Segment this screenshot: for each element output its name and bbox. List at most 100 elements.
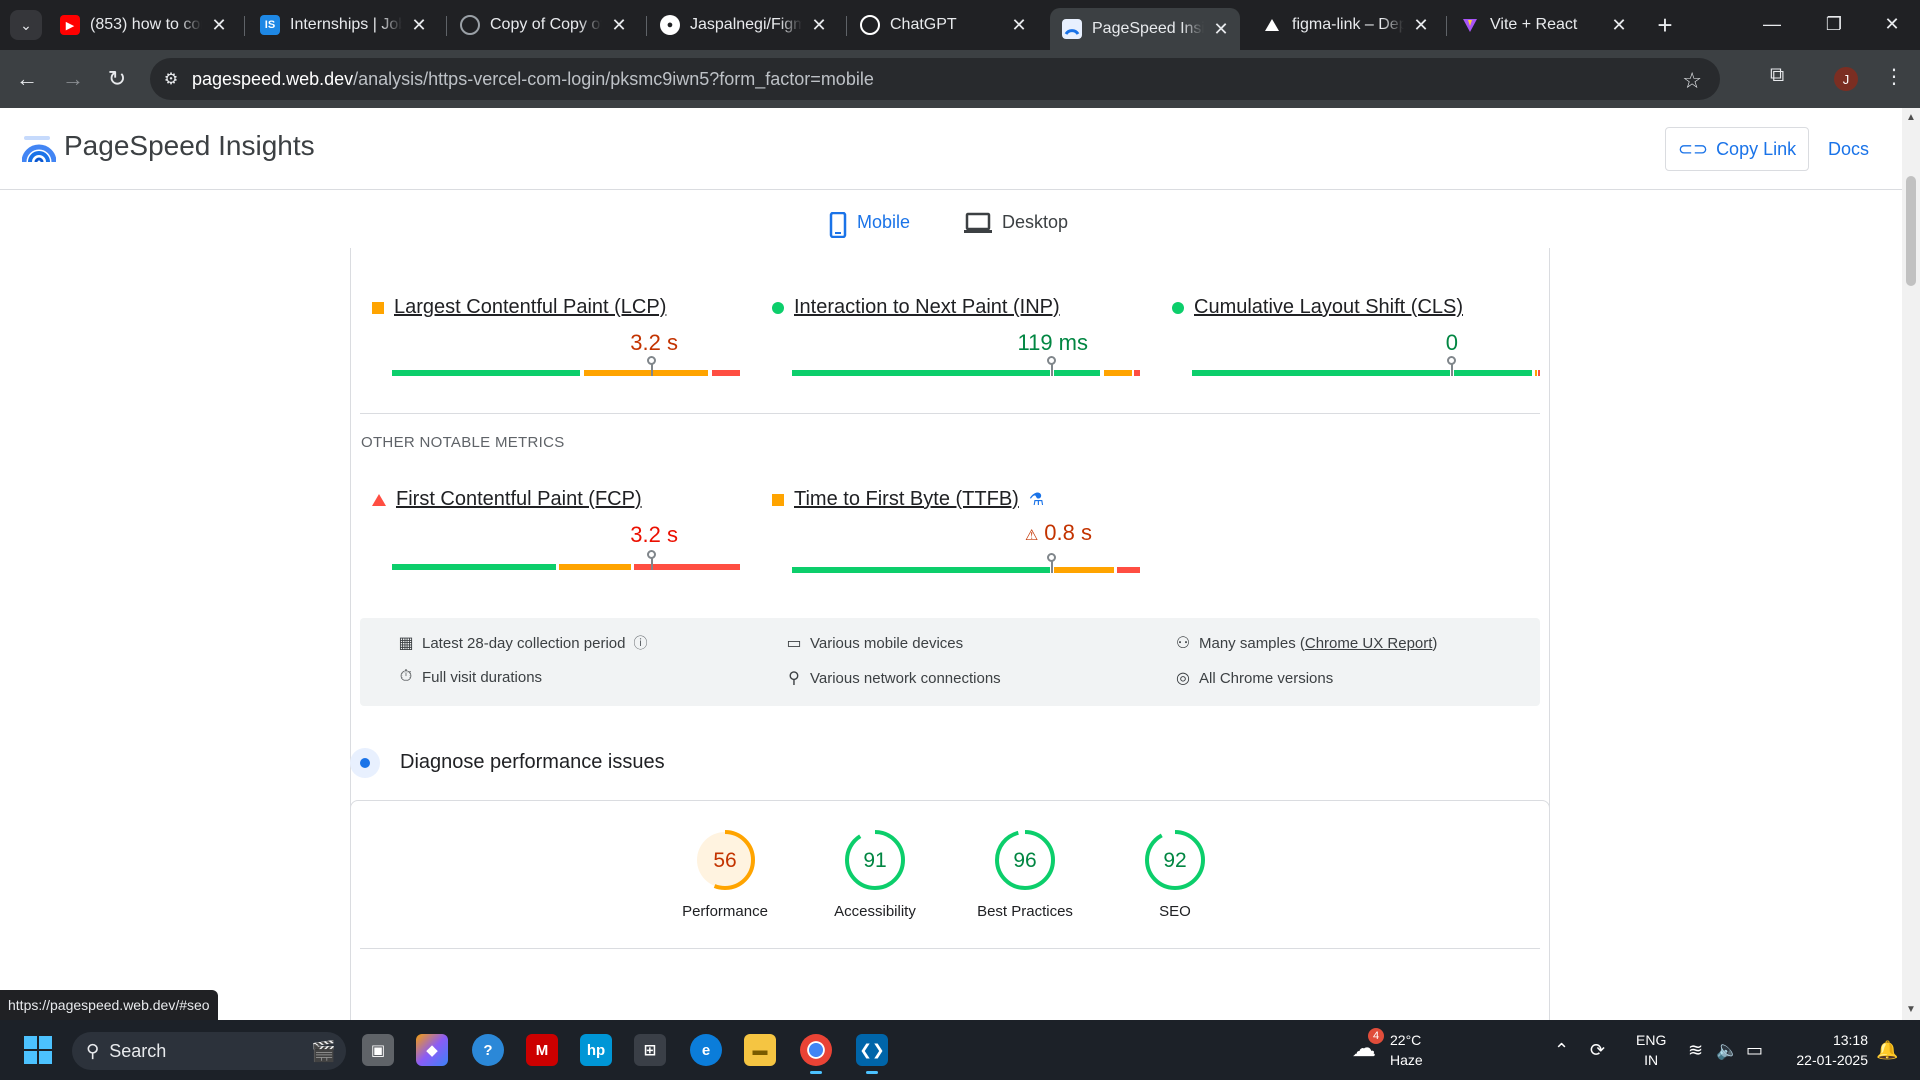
metric-name[interactable]: Cumulative Layout Shift (CLS) bbox=[1194, 296, 1463, 319]
volume-icon[interactable]: 🔈 bbox=[1716, 1040, 1738, 1061]
metric-inp-bar bbox=[792, 356, 1140, 376]
battery-icon[interactable]: ▭ bbox=[1746, 1040, 1763, 1061]
metric-name[interactable]: Interaction to Next Paint (INP) bbox=[794, 296, 1060, 319]
sync-icon[interactable]: ⟳ bbox=[1590, 1040, 1605, 1061]
myhp-icon[interactable]: hp bbox=[580, 1034, 612, 1066]
forward-icon[interactable]: → bbox=[58, 64, 88, 94]
users-icon: ⚇ bbox=[1175, 635, 1191, 652]
copy-link-button[interactable]: ⊂⊃ Copy Link bbox=[1665, 127, 1809, 171]
clock[interactable]: 13:18 22-01-2025 bbox=[1788, 1020, 1868, 1080]
windows-start-icon[interactable] bbox=[24, 1036, 52, 1064]
tab-pagespeed[interactable]: PageSpeed Insights ✕ bbox=[1050, 8, 1240, 50]
metric-name[interactable]: Largest Contentful Paint (LCP) bbox=[394, 296, 666, 319]
psi-header: PageSpeed Insights ⊂⊃ Copy Link Docs bbox=[0, 108, 1902, 190]
link-icon: ⊂⊃ bbox=[1677, 138, 1709, 159]
info-chrome-versions: ◎ All Chrome versions bbox=[1176, 669, 1334, 688]
tab-search-button[interactable]: ⌄ bbox=[10, 10, 42, 40]
notification-bell-icon[interactable]: 🔔 bbox=[1876, 1040, 1898, 1061]
metric-name[interactable]: First Contentful Paint (FCP) bbox=[396, 488, 642, 511]
wifi-tray-icon[interactable]: ≋ bbox=[1688, 1040, 1703, 1061]
close-icon[interactable]: ✕ bbox=[1212, 19, 1230, 40]
chrome-taskbar-icon[interactable] bbox=[800, 1034, 832, 1074]
scroll-up-arrow-icon[interactable]: ▲ bbox=[1906, 112, 1916, 123]
score-gauge-performance[interactable]: 56 Performance bbox=[660, 829, 790, 920]
pagespeed-icon bbox=[1062, 19, 1082, 39]
new-tab-button[interactable]: + bbox=[1650, 10, 1680, 40]
close-icon[interactable]: ✕ bbox=[1010, 15, 1028, 36]
info-network: ⚲ Various network connections bbox=[786, 668, 1001, 688]
windows-taskbar: ⚲ Search 🎬 ▣ ◆ ? M hp ⊞ e ▬ ❮❯ ☁ 4 22°C … bbox=[0, 1020, 1920, 1080]
experimental-flask-icon[interactable]: ⚗ bbox=[1029, 490, 1044, 510]
gauge-ring: 91 bbox=[845, 830, 905, 890]
site-info-icon[interactable]: ⚙ bbox=[150, 69, 192, 89]
gauge-ring: 56 bbox=[695, 830, 755, 890]
close-window-icon[interactable]: ✕ bbox=[1872, 8, 1912, 40]
page-scrollbar[interactable]: ▲ ▼ bbox=[1902, 108, 1920, 1020]
scrollbar-thumb[interactable] bbox=[1906, 176, 1916, 286]
close-icon[interactable]: ✕ bbox=[210, 15, 228, 36]
bookmark-star-icon[interactable]: ☆ bbox=[1682, 68, 1702, 94]
metric-value: 3.2 s bbox=[630, 522, 678, 547]
info-visit-durations: ⏱ Full visit durations bbox=[399, 668, 543, 686]
edge-icon[interactable]: e bbox=[690, 1034, 722, 1066]
close-icon[interactable]: ✕ bbox=[1412, 15, 1430, 36]
tab-internshala[interactable]: IS Internships | Jobs ✕ bbox=[248, 8, 438, 42]
show-hidden-icons-chevron-icon[interactable]: ⌃ bbox=[1554, 1040, 1569, 1061]
close-icon[interactable]: ✕ bbox=[610, 15, 628, 36]
close-icon[interactable]: ✕ bbox=[410, 15, 428, 36]
metric-value: 0 bbox=[1445, 330, 1458, 355]
help-app-icon[interactable]: ? bbox=[472, 1034, 504, 1066]
tab-title: Jaspalnegi/Figma bbox=[690, 16, 802, 33]
task-view-icon[interactable]: ▣ bbox=[362, 1034, 394, 1066]
score-gauge-accessibility[interactable]: 91 Accessibility bbox=[810, 829, 940, 920]
tab-copy-of-copy[interactable]: Copy of Copy of ✕ bbox=[448, 8, 638, 42]
back-icon[interactable]: ← bbox=[12, 64, 42, 94]
file-explorer-icon[interactable]: ▬ bbox=[744, 1034, 776, 1066]
score-gauge-best-practices[interactable]: 96 Best Practices bbox=[960, 829, 1090, 920]
copy-link-label: Copy Link bbox=[1716, 138, 1797, 159]
chrome-ux-report-link[interactable]: Chrome UX Report bbox=[1305, 635, 1433, 652]
language-indicator[interactable]: ENG IN bbox=[1636, 1020, 1666, 1080]
reload-icon[interactable]: ↻ bbox=[102, 64, 132, 94]
taskbar-search[interactable]: ⚲ Search 🎬 bbox=[72, 1032, 346, 1070]
youtube-icon: ▶ bbox=[60, 15, 80, 35]
divider bbox=[360, 948, 1540, 949]
address-bar[interactable]: ⚙ pagespeed.web.dev/analysis/https-verce… bbox=[150, 58, 1720, 100]
metric-lcp: Largest Contentful Paint (LCP) bbox=[372, 296, 720, 319]
tab-vite[interactable]: Vite + React ✕ bbox=[1448, 8, 1638, 42]
search-icon: ⚲ bbox=[86, 1040, 100, 1061]
more-menu-icon[interactable]: ⋮ bbox=[1884, 64, 1904, 89]
good-circle-icon bbox=[1172, 301, 1184, 314]
score-gauge-seo[interactable]: 92 SEO bbox=[1110, 829, 1240, 920]
extensions-icon[interactable]: ⧉ bbox=[1770, 64, 1784, 87]
tab-youtube[interactable]: ▶ (853) how to convert figma design ✕ bbox=[48, 8, 238, 42]
profile-avatar[interactable]: J bbox=[1834, 67, 1858, 91]
close-icon[interactable]: ✕ bbox=[810, 15, 828, 36]
divider bbox=[360, 413, 1540, 414]
mcafee-icon[interactable]: M bbox=[526, 1034, 558, 1066]
gauge-label: Accessibility bbox=[834, 903, 916, 920]
url-text[interactable]: pagespeed.web.dev/analysis/https-vercel-… bbox=[192, 69, 874, 90]
scroll-down-arrow-icon[interactable]: ▼ bbox=[1906, 1004, 1916, 1015]
weather-widget[interactable]: 22°C Haze bbox=[1390, 1020, 1423, 1080]
tab-title: (853) how to convert figma design bbox=[90, 16, 202, 33]
metric-name[interactable]: Time to First Byte (TTFB) bbox=[794, 488, 1019, 511]
microsoft-store-icon[interactable]: ⊞ bbox=[634, 1034, 666, 1066]
help-icon[interactable]: ⓘ bbox=[633, 633, 647, 653]
metric-value: 3.2 s bbox=[630, 330, 678, 355]
tab-github[interactable]: ● Jaspalnegi/Figma ✕ bbox=[648, 8, 838, 42]
docs-link[interactable]: Docs bbox=[1828, 139, 1869, 160]
tab-divider bbox=[646, 16, 647, 36]
copilot-icon[interactable]: ◆ bbox=[416, 1034, 448, 1066]
tab-vercel[interactable]: figma-link – Deployment ✕ bbox=[1250, 8, 1440, 42]
close-icon[interactable]: ✕ bbox=[1610, 15, 1628, 36]
metric-cls: Cumulative Layout Shift (CLS) bbox=[1172, 296, 1520, 319]
tab-chatgpt[interactable]: ChatGPT ✕ bbox=[848, 8, 1038, 42]
restore-icon[interactable]: ❐ bbox=[1814, 8, 1854, 40]
desktop-icon bbox=[964, 212, 992, 233]
vscode-icon[interactable]: ❮❯ bbox=[856, 1034, 888, 1074]
minimize-icon[interactable]: — bbox=[1752, 8, 1792, 40]
metric-ttfb-bar bbox=[792, 553, 1140, 573]
lab-scores-card bbox=[350, 800, 1550, 1020]
needs-improvement-square-icon bbox=[772, 493, 784, 506]
